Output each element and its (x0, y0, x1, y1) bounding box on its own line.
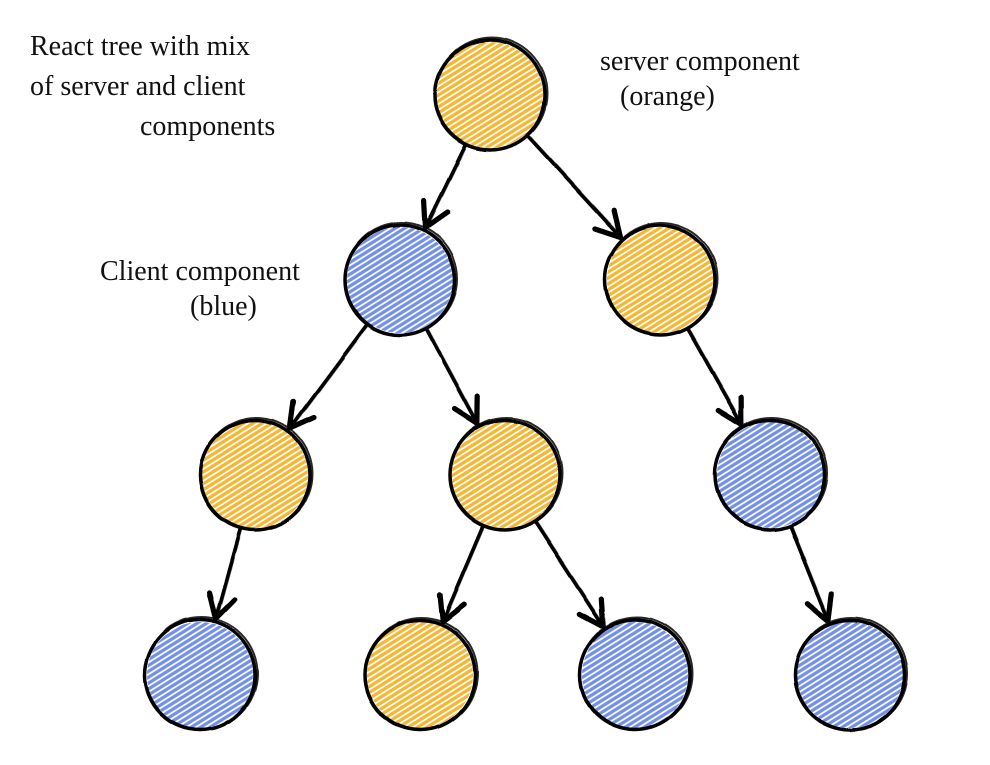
server-legend-line-2: (orange) (620, 81, 715, 112)
tree-edge (427, 330, 476, 421)
tree-edge (291, 326, 366, 426)
client-legend-line-2: (blue) (190, 291, 257, 322)
client-component-node (580, 618, 693, 731)
client-component-node (345, 223, 458, 336)
client-component-node (715, 418, 828, 531)
tree-edge (216, 530, 240, 616)
client-legend-line-1: Client component (100, 256, 300, 287)
diagram-title: React tree with mix of server and client… (30, 31, 275, 142)
title-line-2: of server and client (30, 71, 246, 102)
client-component-node (795, 618, 908, 731)
server-legend-label: server component (orange) (600, 46, 800, 112)
title-line-1: React tree with mix (30, 31, 250, 62)
tree-edge (791, 528, 827, 618)
server-component-node (365, 618, 478, 731)
tree-edge (688, 330, 740, 422)
server-component-node (450, 418, 563, 531)
client-legend-label: Client component (blue) (100, 256, 300, 322)
server-component-node (605, 223, 718, 336)
title-line-3: components (140, 111, 275, 142)
tree-edge (529, 137, 619, 235)
tree-edge (444, 527, 483, 618)
react-tree-diagram: React tree with mix of server and client… (0, 0, 990, 765)
server-component-node (435, 38, 548, 151)
edges (216, 136, 829, 624)
tree-edge (427, 146, 465, 225)
tree-edge (536, 523, 602, 624)
server-component-node (200, 418, 313, 531)
client-component-node (145, 618, 258, 731)
server-legend-line-1: server component (600, 46, 800, 77)
